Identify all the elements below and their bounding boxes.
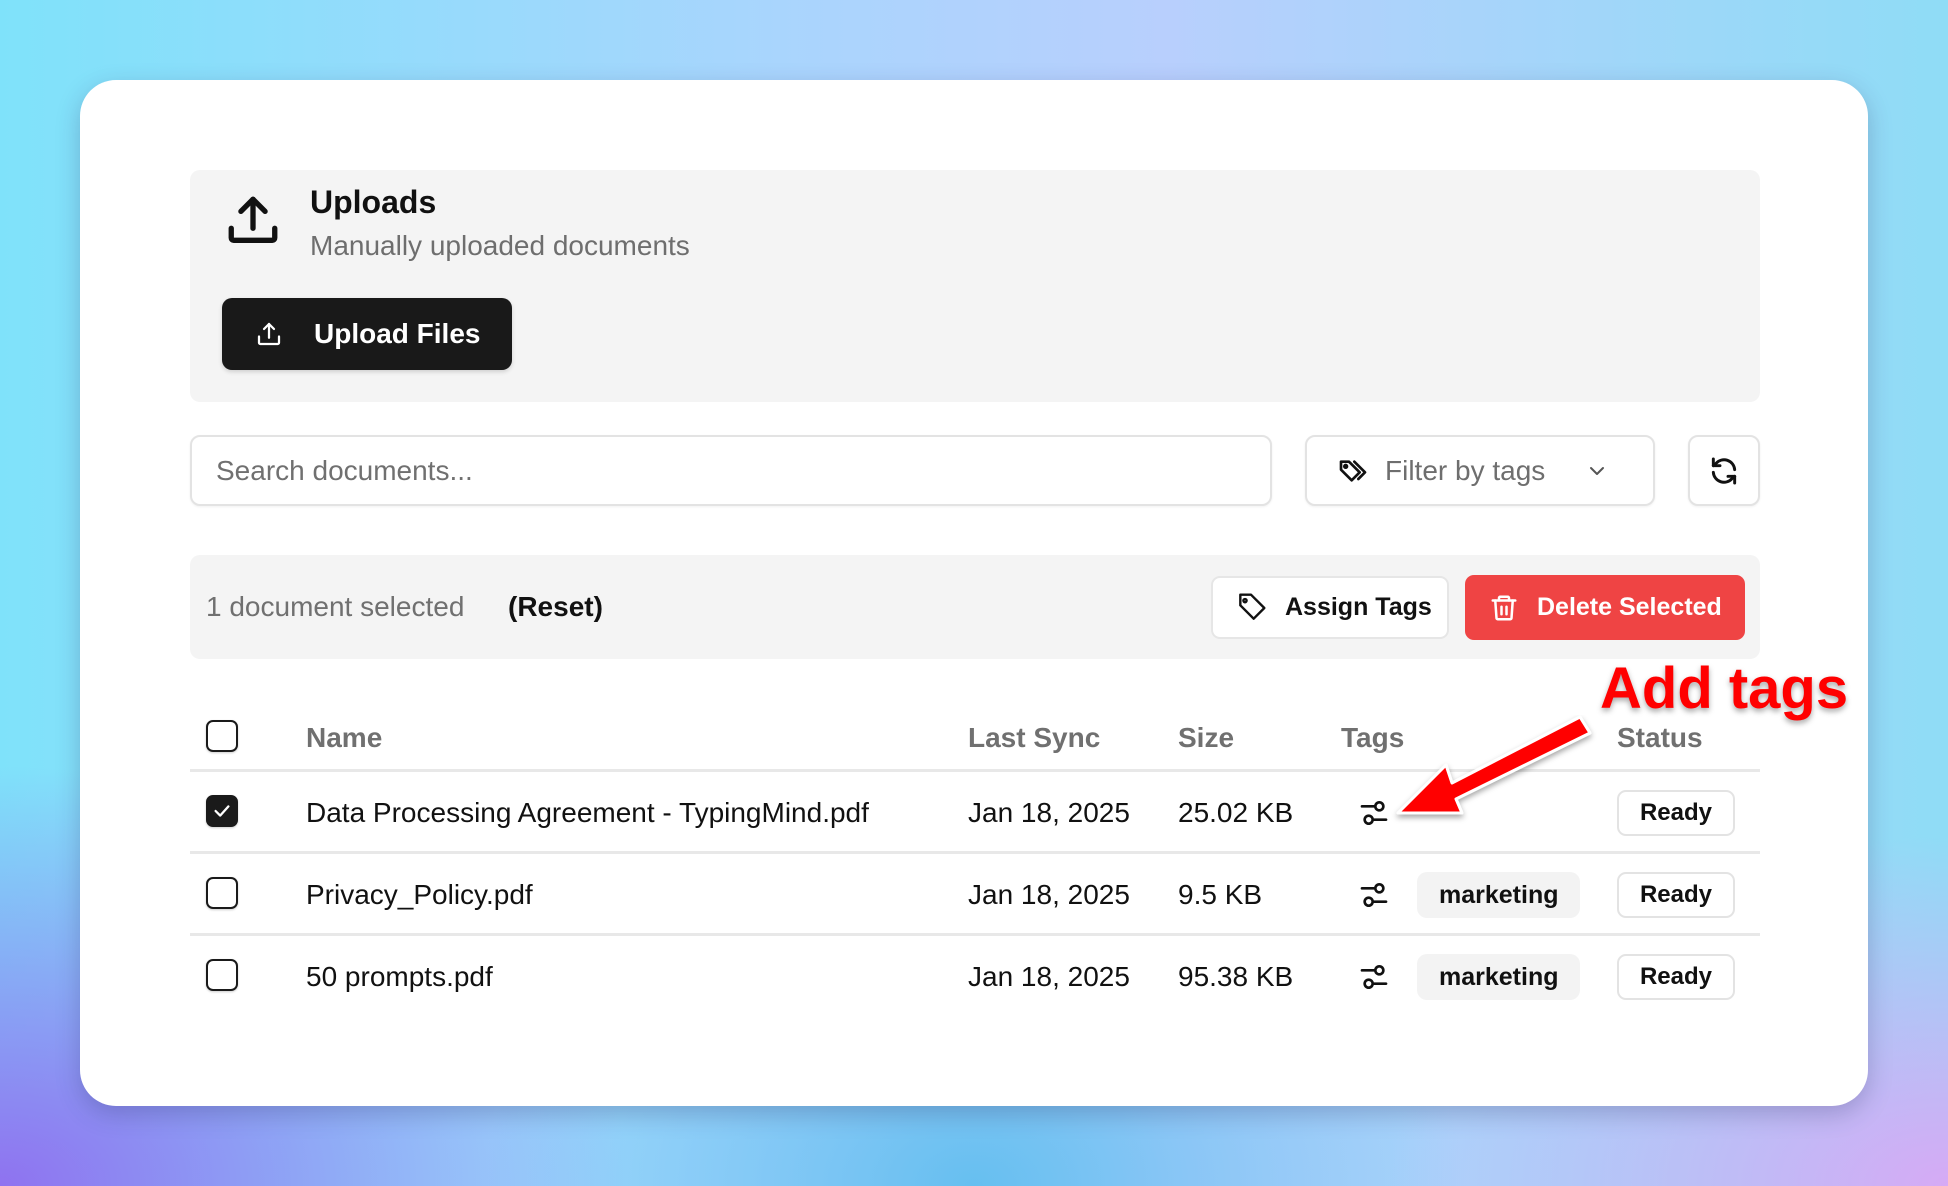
column-header-status: Status [1617,722,1703,753]
assign-tags-button[interactable]: Assign Tags [1211,576,1449,639]
filter-label: Filter by tags [1385,454,1546,486]
selection-bar: 1 document selected (Reset) Assign Tags … [190,555,1760,659]
assign-tags-label: Assign Tags [1285,593,1432,621]
last-sync: Jan 18, 2025 [968,797,1130,828]
tag-icon [1239,592,1266,620]
file-size: 95.38 KB [1178,961,1294,992]
table-row[interactable]: 50 prompts.pdf Jan 18, 2025 95.38 KB mar… [190,936,1760,1018]
file-size: 25.02 KB [1178,797,1294,828]
search-input[interactable] [190,435,1272,506]
delete-selected-label: Delete Selected [1537,593,1722,621]
edit-tags-icon[interactable] [1358,797,1390,829]
edit-tags-icon[interactable] [1358,961,1390,993]
documents-card: Uploads Manually uploaded documents Uplo… [80,80,1868,1106]
document-name[interactable]: Data Processing Agreement - TypingMind.p… [306,797,869,829]
selection-count: 1 document selected [206,591,465,622]
file-size: 9.5 KB [1178,879,1263,910]
tag-chip[interactable]: marketing [1417,954,1581,1000]
reset-selection-link[interactable]: (Reset) [508,591,603,623]
status-badge: Ready [1617,954,1735,1000]
filter-by-tags-dropdown[interactable]: Filter by tags [1305,435,1655,506]
tags-icon [1339,459,1367,482]
uploads-subtitle: Manually uploaded documents [310,230,690,261]
delete-selected-button[interactable]: Delete Selected [1465,575,1745,640]
select-all-checkbox[interactable] [206,720,238,752]
column-header-name[interactable]: Name [306,722,382,754]
last-sync: Jan 18, 2025 [968,961,1130,992]
refresh-icon [1711,457,1737,484]
document-name[interactable]: Privacy_Policy.pdf [306,879,533,911]
upload-files-label: Upload Files [314,318,481,349]
status-badge: Ready [1617,790,1735,836]
chevron-down-icon [1590,466,1605,475]
document-name[interactable]: 50 prompts.pdf [306,961,493,993]
column-header-size[interactable]: Size [1178,722,1234,754]
row-checkbox[interactable] [206,959,238,991]
trash-icon [1491,595,1517,620]
table-row[interactable]: Privacy_Policy.pdf Jan 18, 2025 9.5 KB m… [190,854,1760,936]
edit-tags-icon[interactable] [1358,879,1390,911]
column-header-last-sync[interactable]: Last Sync [968,722,1100,754]
status-badge: Ready [1617,872,1735,918]
row-checkbox[interactable] [206,795,238,827]
add-tags-annotation: Add tags [1599,655,1849,722]
last-sync: Jan 18, 2025 [968,879,1130,910]
upload-files-button[interactable]: Upload Files [222,298,512,370]
checkmark-icon [214,805,230,817]
uploads-title: Uploads [310,184,437,220]
upload-icon [257,322,281,346]
row-checkbox[interactable] [206,877,238,909]
refresh-button[interactable] [1688,435,1760,506]
uploads-panel: Uploads Manually uploaded documents Uplo… [190,170,1760,402]
annotation-arrow-icon [1396,715,1592,815]
upload-icon [228,196,278,243]
tag-chip[interactable]: marketing [1417,872,1581,918]
